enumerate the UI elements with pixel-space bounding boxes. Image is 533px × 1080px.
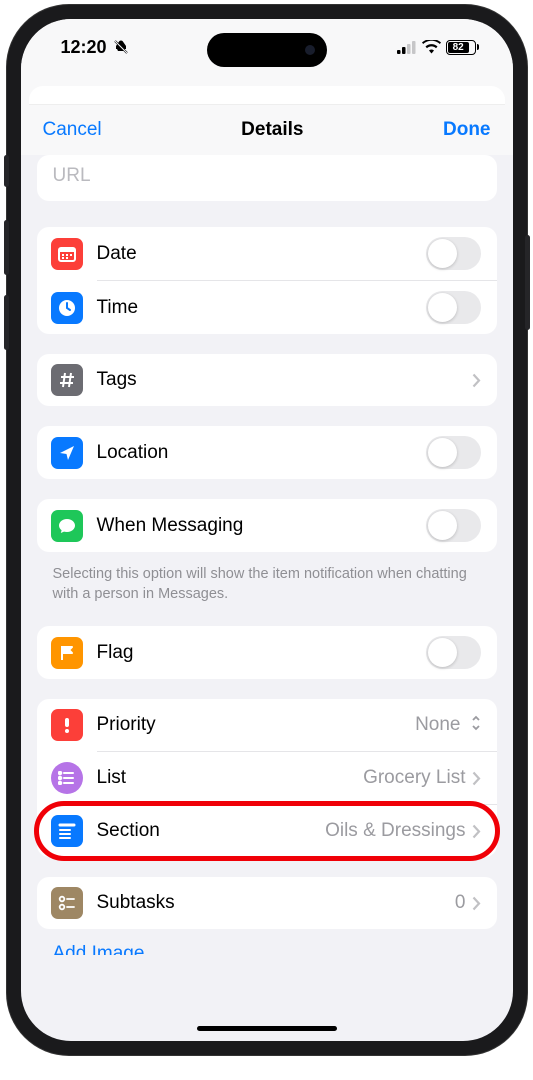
location-row[interactable]: Location: [37, 426, 497, 479]
priority-row[interactable]: Priority None: [37, 699, 497, 751]
home-indicator[interactable]: [197, 1026, 337, 1031]
hashtag-icon: [51, 364, 83, 396]
subtasks-row[interactable]: Subtasks 0: [37, 877, 497, 929]
cellular-signal-icon: [397, 41, 417, 54]
silent-mode-icon: [113, 39, 129, 55]
phone-frame: 12:20: [7, 5, 527, 1055]
updown-icon: [471, 715, 481, 736]
messaging-footer-note: Selecting this option will show the item…: [37, 558, 497, 604]
list-label: List: [97, 767, 364, 789]
dynamic-island: [207, 33, 327, 67]
calendar-icon: [51, 238, 83, 270]
screen: 12:20: [21, 19, 513, 1041]
message-icon: [51, 510, 83, 542]
mute-switch: [4, 155, 9, 187]
sheet-stack-indicator: [21, 75, 513, 105]
wifi-icon: [422, 40, 441, 54]
battery-percentage: 82: [448, 42, 469, 53]
list-icon: [51, 762, 83, 794]
time-label: Time: [97, 297, 426, 319]
date-row[interactable]: Date: [37, 227, 497, 280]
status-time: 12:20: [61, 37, 107, 58]
chevron-right-icon: [472, 896, 481, 911]
time-row[interactable]: Time: [37, 281, 497, 334]
section-value: Oils & Dressings: [325, 820, 465, 842]
section-label: Section: [97, 820, 326, 842]
volume-up-button: [4, 220, 9, 275]
when-messaging-label: When Messaging: [97, 515, 426, 537]
flag-toggle[interactable]: [426, 636, 481, 669]
subtasks-label: Subtasks: [97, 892, 455, 914]
cancel-button[interactable]: Cancel: [43, 119, 102, 141]
when-messaging-row[interactable]: When Messaging: [37, 499, 497, 552]
url-field[interactable]: URL: [37, 155, 497, 201]
priority-value: None: [415, 714, 460, 736]
flag-row[interactable]: Flag: [37, 626, 497, 679]
time-toggle[interactable]: [426, 291, 481, 324]
nav-bar: Cancel Details Done: [21, 105, 513, 155]
volume-down-button: [4, 295, 9, 350]
priority-label: Priority: [97, 714, 416, 736]
list-row[interactable]: List Grocery List: [37, 752, 497, 804]
tags-label: Tags: [97, 369, 472, 391]
add-image-link[interactable]: Add Image: [37, 941, 497, 955]
chevron-right-icon: [472, 373, 481, 388]
flag-label: Flag: [97, 642, 426, 664]
details-content[interactable]: URL Date: [21, 155, 513, 1031]
tags-row[interactable]: Tags: [37, 354, 497, 406]
url-placeholder: URL: [53, 165, 91, 186]
priority-icon: [51, 709, 83, 741]
section-icon: [51, 815, 83, 847]
location-icon: [51, 437, 83, 469]
location-toggle[interactable]: [426, 436, 481, 469]
chevron-right-icon: [472, 824, 481, 839]
date-toggle[interactable]: [426, 237, 481, 270]
clock-icon: [51, 292, 83, 324]
power-button: [525, 235, 530, 330]
subtasks-value: 0: [455, 892, 466, 914]
done-button[interactable]: Done: [443, 119, 491, 141]
camera-dot: [305, 45, 315, 55]
subtasks-icon: [51, 887, 83, 919]
battery-indicator: 82: [446, 40, 479, 55]
location-label: Location: [97, 442, 426, 464]
list-value: Grocery List: [363, 767, 465, 789]
flag-icon: [51, 637, 83, 669]
when-messaging-toggle[interactable]: [426, 509, 481, 542]
date-label: Date: [97, 243, 426, 265]
section-row[interactable]: Section Oils & Dressings: [37, 805, 497, 857]
chevron-right-icon: [472, 771, 481, 786]
page-title: Details: [241, 119, 303, 141]
